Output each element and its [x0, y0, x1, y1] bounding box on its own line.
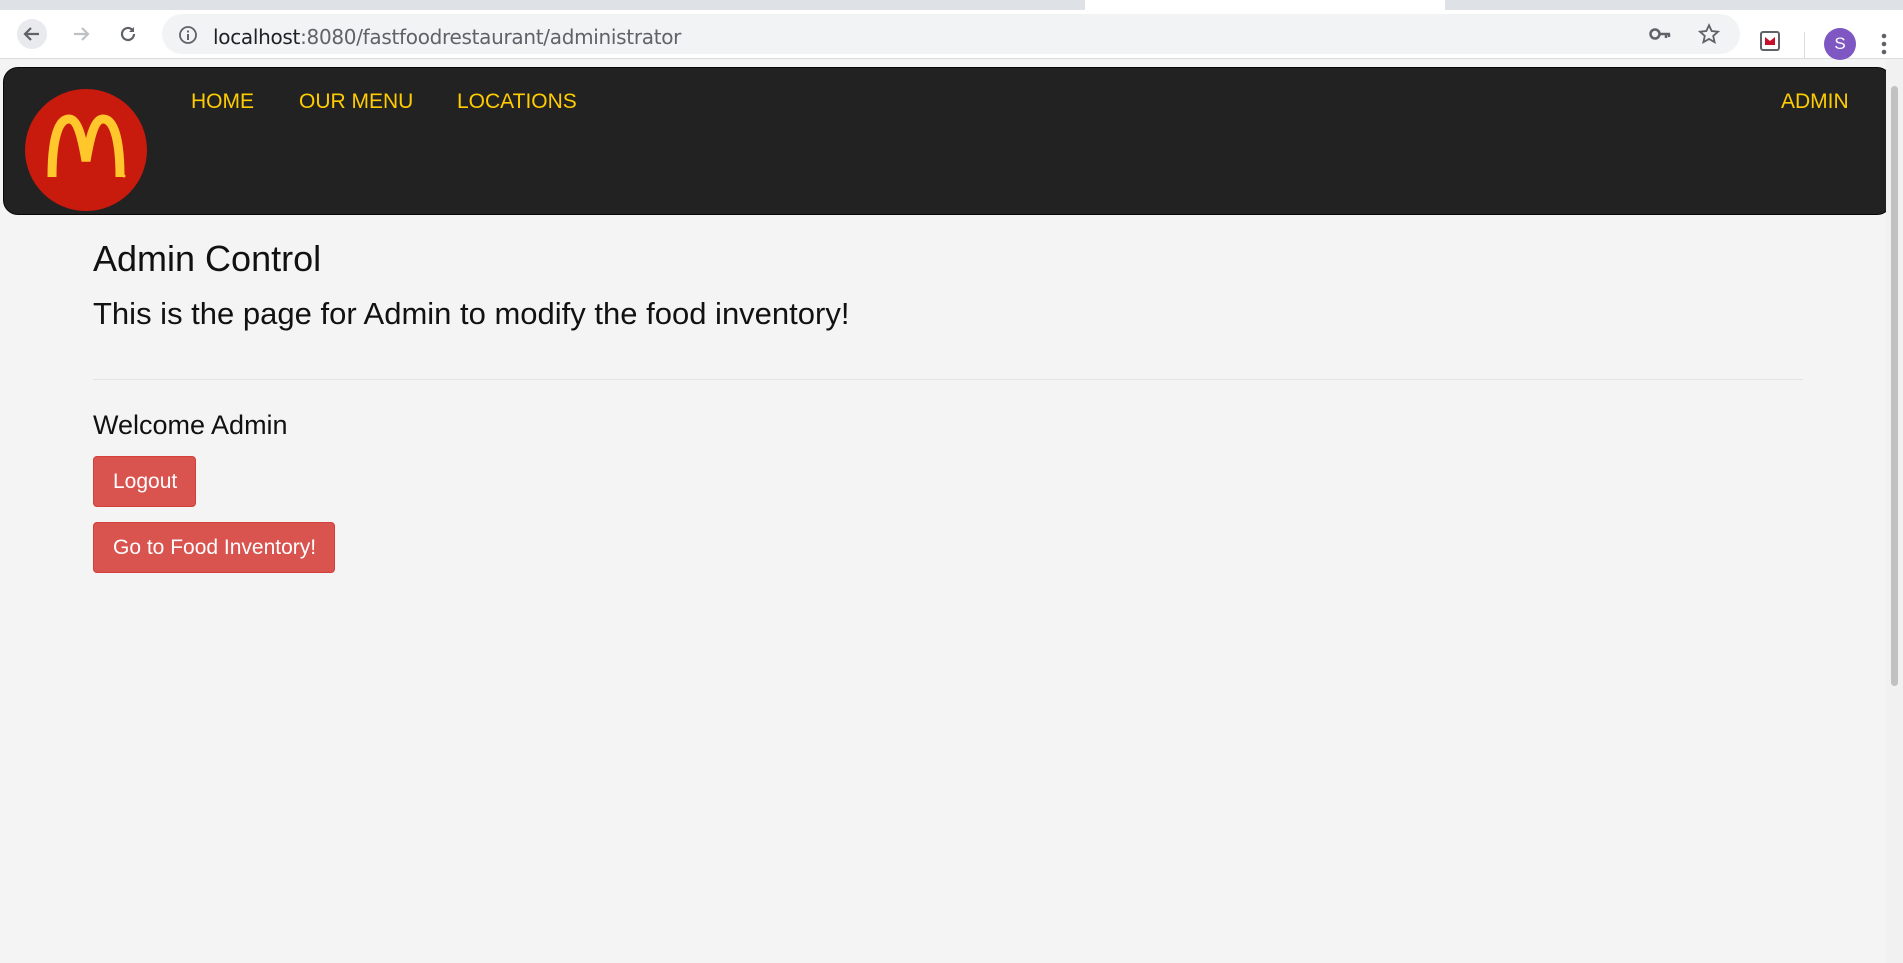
back-button[interactable]	[17, 19, 47, 49]
divider	[93, 379, 1803, 380]
url-host: localhost	[213, 25, 301, 49]
scrollbar-thumb[interactable]	[1891, 86, 1898, 686]
golden-arches-icon	[47, 114, 126, 178]
browser-toolbar: localhost:8080/fastfoodrestaurant/admini…	[0, 10, 1903, 60]
page-subtitle: This is the page for Admin to modify the…	[93, 296, 850, 331]
active-tab[interactable]	[1085, 0, 1445, 10]
forward-button[interactable]	[66, 19, 96, 49]
url-path: :8080/fastfoodrestaurant/administrator	[300, 25, 682, 49]
welcome-text: Welcome Admin	[93, 410, 288, 440]
nav-link-admin[interactable]: ADMIN	[1781, 90, 1849, 114]
url-text[interactable]: localhost:8080/fastfoodrestaurant/admini…	[213, 25, 681, 49]
address-bar[interactable]: localhost:8080/fastfoodrestaurant/admini…	[162, 14, 1740, 54]
reload-button[interactable]	[113, 19, 143, 49]
extension-icon[interactable]	[1759, 30, 1781, 52]
toolbar-separator	[1804, 32, 1805, 58]
back-arrow-icon	[23, 27, 39, 41]
tab-strip	[0, 0, 1903, 10]
reload-icon	[120, 26, 136, 42]
nav-link-home[interactable]: HOME	[191, 90, 254, 114]
nav-link-our-menu[interactable]: OUR MENU	[299, 90, 413, 114]
forward-arrow-icon	[74, 27, 90, 41]
page-title: Admin Control	[93, 238, 322, 279]
page-scrollbar[interactable]	[1886, 59, 1903, 963]
star-icon[interactable]	[1698, 23, 1720, 45]
food-inventory-button[interactable]: Go to Food Inventory!	[93, 522, 335, 573]
logout-button[interactable]: Logout	[93, 456, 196, 507]
key-icon[interactable]	[1648, 24, 1672, 44]
info-icon[interactable]	[178, 25, 198, 45]
golden-arches-logo[interactable]	[25, 89, 147, 211]
more-vert-icon[interactable]	[1880, 32, 1888, 56]
profile-avatar[interactable]: S	[1824, 28, 1856, 60]
nav-link-locations[interactable]: LOCATIONS	[457, 90, 577, 114]
site-navbar: HOME OUR MENU LOCATIONS ADMIN	[3, 67, 1892, 215]
